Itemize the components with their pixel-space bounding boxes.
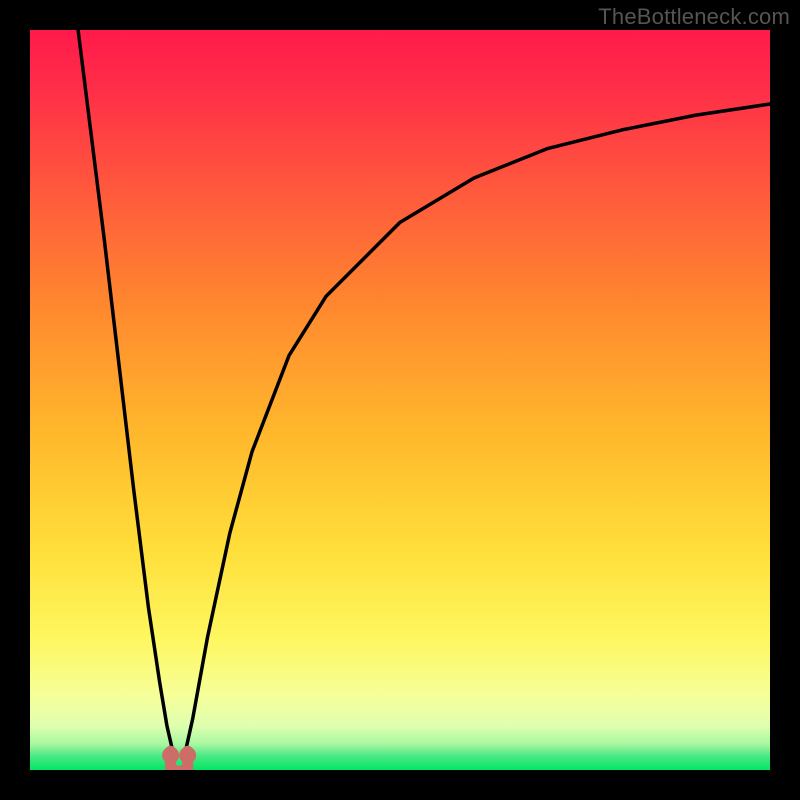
plot-background [30,30,770,770]
attribution-text: TheBottleneck.com [598,4,790,30]
chart-stage: TheBottleneck.com [0,0,800,800]
